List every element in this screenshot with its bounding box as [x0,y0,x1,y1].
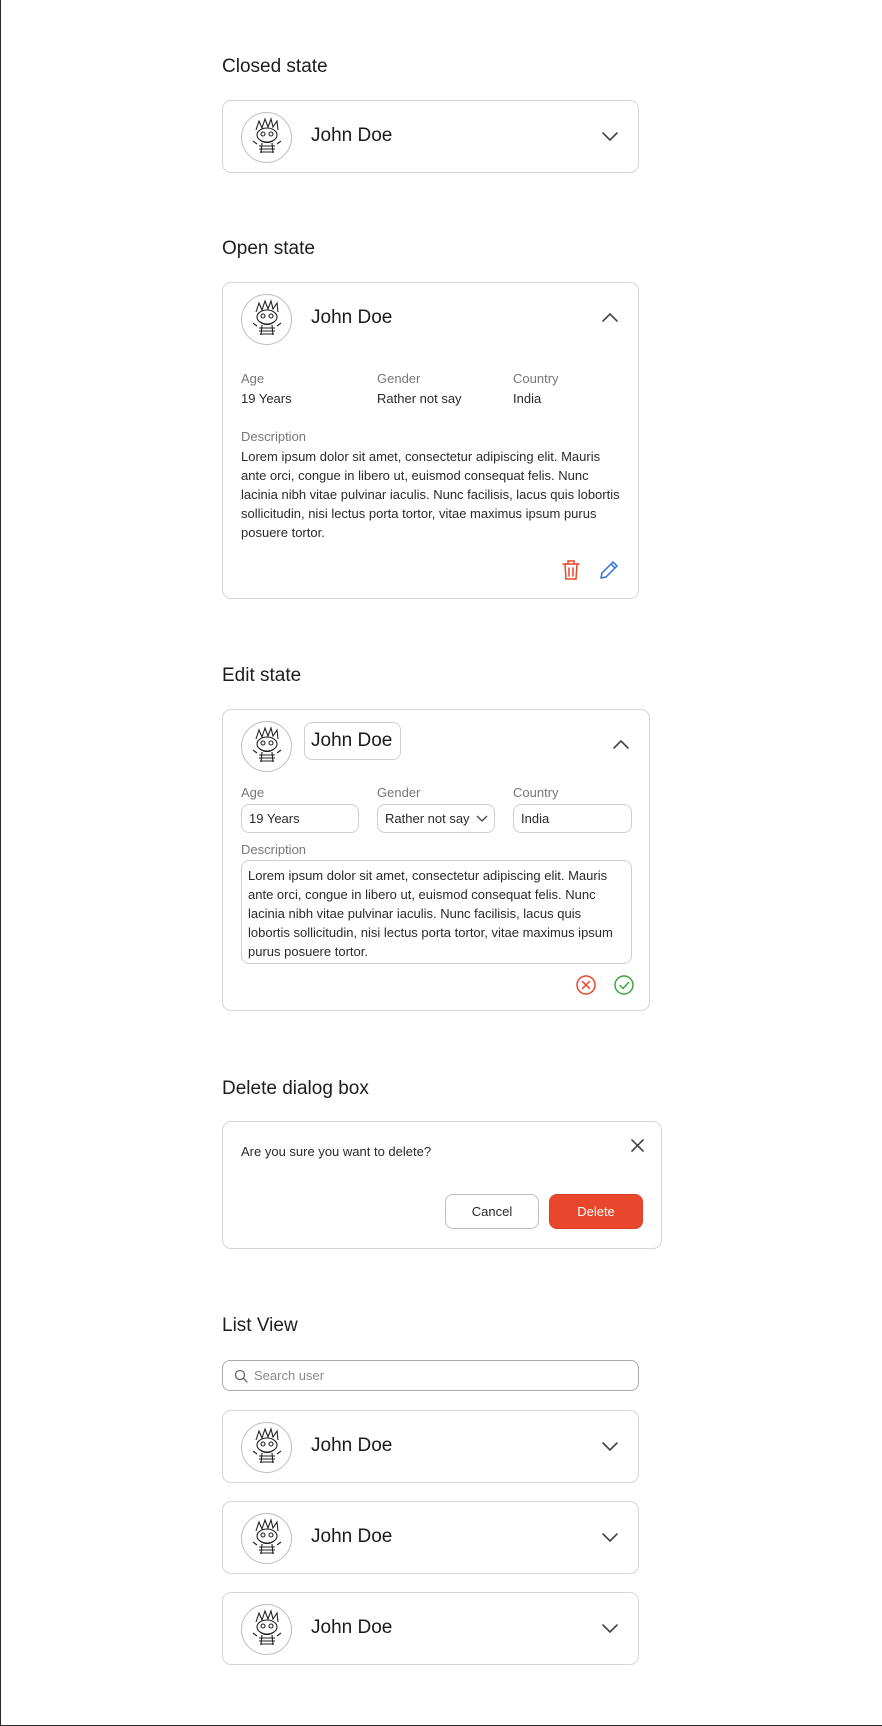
section-title-delete: Delete dialog box [222,1078,369,1099]
user-name: John Doe [311,1435,393,1456]
section-title-closed: Closed state [222,56,328,77]
chevron-up-icon[interactable] [600,311,620,325]
user-card-open: John Doe Age 19 Years Gender Rather not … [222,282,639,599]
avatar [241,1422,292,1473]
delete-button[interactable]: Delete [549,1194,643,1229]
gender-label: Gender [377,371,421,386]
country-label: Country [513,371,559,386]
avatar [241,112,292,163]
chevron-down-icon[interactable] [600,1530,620,1544]
gender-select[interactable]: Rather not say [377,804,495,833]
cancel-button[interactable]: Cancel [445,1194,539,1229]
chevron-down-icon[interactable] [600,1621,620,1635]
confirm-circle-icon[interactable] [613,974,635,996]
chevron-down-icon[interactable] [600,1439,620,1453]
country-input[interactable]: India [513,804,632,833]
description-text: Lorem ipsum dolor sit amet, consectetur … [241,449,620,540]
close-icon[interactable] [630,1138,645,1153]
pencil-icon[interactable] [598,559,620,581]
gender-select-value: Rather not say [385,811,470,826]
age-value: 19 Years [241,391,292,406]
country-value: India [513,391,542,406]
section-title-list: List View [222,1315,298,1336]
user-name: John Doe [311,125,393,146]
section-title-edit: Edit state [222,665,302,686]
avatar [241,1604,292,1655]
user-name: John Doe [311,307,393,328]
description-label: Description [241,842,307,857]
age-label: Age [241,371,265,386]
user-name: John Doe [311,1526,393,1547]
description-label: Description [241,429,307,444]
user-name: John Doe [311,1617,393,1638]
description-textarea[interactable]: Lorem ipsum dolor sit amet, consectetur … [241,860,632,964]
search-icon [234,1369,248,1383]
chevron-down-icon [476,815,488,822]
name-input[interactable]: John Doe [304,722,401,760]
age-label: Age [241,785,265,800]
user-card-edit: John Doe Age 19 Years Gender Rather not … [222,709,650,1011]
trash-icon[interactable] [561,559,581,581]
list-item[interactable]: John Doe [222,1592,639,1665]
list-item[interactable]: John Doe [222,1501,639,1574]
section-title-open: Open state [222,238,315,259]
country-label: Country [513,785,559,800]
user-card-closed[interactable]: John Doe [222,100,639,173]
avatar [241,1513,292,1564]
cancel-circle-icon[interactable] [575,974,597,996]
delete-dialog: Are you sure you want to delete? Cancel … [222,1121,662,1249]
dialog-message: Are you sure you want to delete? [241,1144,432,1159]
avatar [241,721,292,772]
avatar [241,294,292,345]
age-input[interactable]: 19 Years [241,804,359,833]
search-bar[interactable]: Search user [222,1360,639,1391]
list-item[interactable]: John Doe [222,1410,639,1483]
gender-label: Gender [377,785,421,800]
search-input[interactable]: Search user [254,1368,324,1383]
chevron-up-icon[interactable] [611,738,631,752]
gender-value: Rather not say [377,391,462,406]
chevron-down-icon[interactable] [600,129,620,143]
